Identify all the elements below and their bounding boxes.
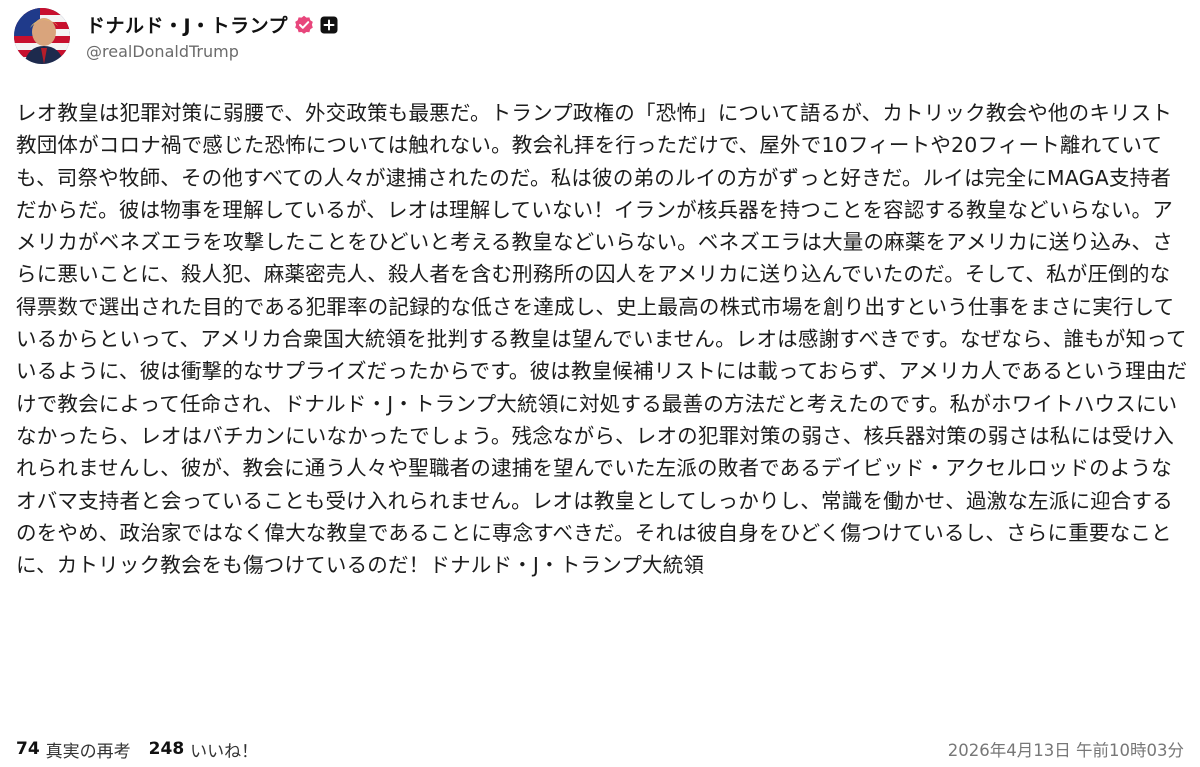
likes-label: いいね！: [190, 741, 259, 762]
avatar-image: [14, 8, 70, 64]
post-text: レオ教皇は犯罪対策に弱腰で、外交政策も最悪だ。トランプ政権の「恐怖」について語る…: [16, 101, 1188, 578]
post-footer: 74 真実の再考 248 いいね！ 2026年4月13日 午前10時03分: [16, 735, 1184, 763]
retruths-count: 74: [16, 739, 40, 759]
plus-square-icon[interactable]: [320, 16, 338, 34]
likes-stat[interactable]: 248 いいね！: [149, 737, 259, 762]
retruths-stat[interactable]: 74 真実の再考: [16, 737, 131, 762]
post-timestamp[interactable]: 2026年4月13日 午前10時03分: [948, 737, 1184, 761]
likes-count: 248: [148, 739, 185, 759]
account-handle[interactable]: @realDonaldTrump: [86, 42, 338, 61]
verified-badge-icon: [294, 15, 314, 35]
post-header: ドナルド・J・トランプ @realDonaldTrump: [14, 8, 338, 64]
avatar[interactable]: [14, 8, 70, 64]
retruths-label: 真実の再考: [45, 741, 131, 762]
display-name[interactable]: ドナルド・J・トランプ: [86, 11, 288, 38]
